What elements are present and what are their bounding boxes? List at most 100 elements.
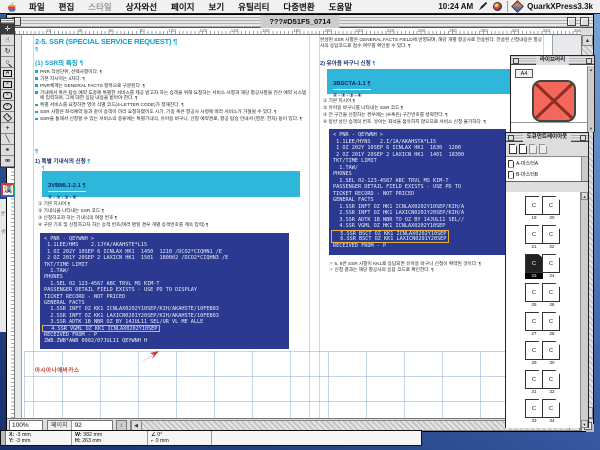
page-number-right: 34 bbox=[543, 418, 561, 424]
line-tool[interactable]: ╲ bbox=[1, 134, 14, 145]
page-spread[interactable]: CC 2728 bbox=[525, 312, 561, 337]
text-box-tool[interactable]: A bbox=[1, 68, 14, 79]
scroll-left-arrow[interactable]: ◀ bbox=[131, 421, 142, 430]
palette-close-box[interactable] bbox=[513, 58, 519, 64]
apple-menu-icon[interactable] bbox=[7, 1, 16, 12]
unlink-tool[interactable]: ⚮ bbox=[1, 156, 14, 167]
menu-utilities[interactable]: 유틸리티 bbox=[231, 1, 276, 13]
menu-file[interactable]: 파일 bbox=[22, 1, 52, 13]
bullet-item: PNR 작성단위, 선택사항이다. ¶ bbox=[35, 69, 307, 74]
ime-hanja-indicator[interactable]: 漢 bbox=[1, 183, 15, 197]
terminal-line: 6.SSR BSCT OZ KK1 LAXICN0201Y20SEP bbox=[331, 236, 449, 243]
page-number-left: 29 bbox=[525, 360, 543, 366]
rect-picture-box-tool[interactable]: × bbox=[1, 79, 14, 90]
window-title: ???#D51F5_0714 bbox=[260, 15, 339, 28]
application-switcher-icon[interactable] bbox=[493, 2, 502, 11]
window-zoom-box[interactable] bbox=[567, 17, 576, 26]
page-spread[interactable]: CC 2930 bbox=[525, 341, 561, 366]
page-icon-left[interactable]: C bbox=[525, 370, 543, 389]
link-tool[interactable]: ⚭ bbox=[1, 145, 14, 156]
height-field[interactable]: H: 263 mm bbox=[75, 438, 144, 444]
page-icon-left[interactable]: C bbox=[525, 254, 543, 273]
menu-view[interactable]: 보기 bbox=[202, 1, 232, 13]
library-scrollbar[interactable]: ▲▼ bbox=[587, 66, 594, 132]
page-icon-right[interactable]: C bbox=[542, 370, 560, 389]
master-page-item[interactable]: A-마스터A bbox=[508, 158, 580, 169]
page-spread[interactable]: CC 2122 bbox=[525, 225, 561, 250]
window-titlebar[interactable]: ???#D51F5_0714 bbox=[7, 15, 593, 28]
page-spread[interactable]: CC 1920 bbox=[525, 196, 561, 221]
scroll-up-arrow[interactable]: ▲ bbox=[581, 192, 588, 200]
content-tool[interactable]: ☝ bbox=[1, 35, 14, 46]
page-icon-left[interactable]: C bbox=[525, 312, 543, 331]
page-icon-right[interactable]: C bbox=[542, 341, 560, 360]
palette-zoom-box[interactable] bbox=[586, 58, 592, 64]
palette-close-box[interactable] bbox=[508, 135, 514, 141]
page-number-left: 31 bbox=[525, 389, 543, 395]
menu-page[interactable]: 페이지 bbox=[164, 1, 201, 13]
rotation-tool[interactable]: ↻ bbox=[1, 46, 14, 57]
asiana-arrow-logo bbox=[140, 350, 162, 368]
layout-scrollbar[interactable]: ▲ ▼ bbox=[580, 192, 588, 428]
page-number-field[interactable]: 페이지 92 bbox=[47, 420, 113, 431]
page-icon-right[interactable]: C bbox=[542, 196, 560, 215]
page-icon-left[interactable]: C bbox=[525, 196, 543, 215]
section-heading: (1) SSR의 특징 ¶ bbox=[35, 57, 83, 67]
page-icon-right[interactable]: C bbox=[542, 225, 560, 244]
blank-single-page-icon[interactable] bbox=[509, 144, 517, 154]
page-icon-left[interactable]: C bbox=[525, 399, 543, 418]
menu-edit[interactable]: 편집 bbox=[52, 1, 82, 13]
bullet-item: 특별 서비스를 요청하면 영어 식별 코드(4-LETTER CODE)가 정해… bbox=[35, 102, 307, 107]
menu-help[interactable]: 도움말 bbox=[322, 1, 359, 13]
zoom-tool[interactable]: ○ bbox=[1, 57, 14, 68]
page-icon-right[interactable]: C bbox=[542, 283, 560, 302]
page-popup-button[interactable]: ↕ bbox=[116, 420, 127, 431]
library-item-thumbnail[interactable] bbox=[532, 80, 576, 122]
page-footer-grid-pattern bbox=[24, 351, 552, 418]
page-spread[interactable]: CC 3334 bbox=[525, 399, 561, 424]
menu-item-box[interactable]: 상자와선 bbox=[119, 1, 164, 13]
layout-titlebar[interactable]: 도큐먼트레이아웃 bbox=[506, 133, 588, 142]
note-line: ① 기본 지시어 ¶ bbox=[38, 200, 208, 207]
oval-picture-box-tool[interactable]: × bbox=[1, 101, 14, 112]
blank-facing-page-icon[interactable] bbox=[519, 144, 527, 154]
menu-xtension[interactable]: 다중변환 bbox=[276, 1, 321, 13]
y-position-field[interactable]: Y: -3 mm bbox=[9, 438, 68, 444]
ruler-label: 340 bbox=[520, 28, 551, 34]
page-number-left: 33 bbox=[525, 418, 543, 424]
paragraph-mark: ¶ bbox=[35, 149, 38, 155]
master-page-item[interactable]: B-마스터B bbox=[508, 169, 580, 180]
orthogonal-line-tool[interactable]: + bbox=[1, 123, 14, 134]
active-app-name[interactable]: QuarkXPress3.3k bbox=[527, 2, 593, 11]
library-titlebar[interactable]: 라이브러리 bbox=[511, 56, 594, 65]
scroll-up-arrow[interactable]: ▲ bbox=[582, 35, 593, 46]
page-field-value[interactable]: 92 bbox=[72, 421, 112, 430]
desktop: 파일편집스타일상자와선페이지보기유틸리티다중변환도움말 10:24 AM Qua… bbox=[0, 0, 600, 450]
library-label-tab[interactable]: A4 bbox=[515, 69, 533, 78]
page-icon-right[interactable]: C bbox=[542, 312, 560, 331]
page-icon-left[interactable]: C bbox=[525, 341, 543, 360]
view-zoom-field[interactable]: 100% bbox=[9, 420, 43, 431]
master-list-scrollbar[interactable] bbox=[581, 157, 588, 181]
page-icon-left[interactable]: C bbox=[525, 283, 543, 302]
master-page-icon bbox=[508, 171, 514, 179]
document-page[interactable]: 2-5. SSR (SPECIAL SERVICE REQUEST) ¶ ¶ (… bbox=[21, 35, 553, 418]
rounded-picture-box-tool[interactable]: × bbox=[1, 90, 14, 101]
page-icon-right[interactable]: C bbox=[542, 399, 560, 418]
page-spread[interactable]: CC 3132 bbox=[525, 370, 561, 395]
page-spread[interactable]: CC 2526 bbox=[525, 283, 561, 308]
palette-zoom-box[interactable] bbox=[580, 135, 586, 141]
page-icon-left[interactable]: C bbox=[525, 225, 543, 244]
master-page-icon bbox=[508, 160, 514, 168]
ime-pen-icon[interactable] bbox=[478, 0, 488, 16]
angle-icon: ∠ bbox=[151, 432, 156, 438]
page-spread[interactable]: CC 2324 bbox=[525, 254, 561, 279]
item-tool[interactable]: ✛ bbox=[1, 24, 14, 35]
scroll-down-arrow[interactable]: ▼ bbox=[581, 420, 588, 428]
bullet-square-icon bbox=[35, 77, 38, 80]
menu-style[interactable]: 스타일 bbox=[81, 1, 118, 13]
page-icon-right[interactable]: C bbox=[542, 254, 560, 273]
polygon-picture-box-tool[interactable]: × bbox=[1, 112, 14, 123]
window-collapse-box[interactable] bbox=[580, 17, 589, 26]
corner-radius-field[interactable]: ⌐ 0 mm bbox=[151, 438, 208, 444]
